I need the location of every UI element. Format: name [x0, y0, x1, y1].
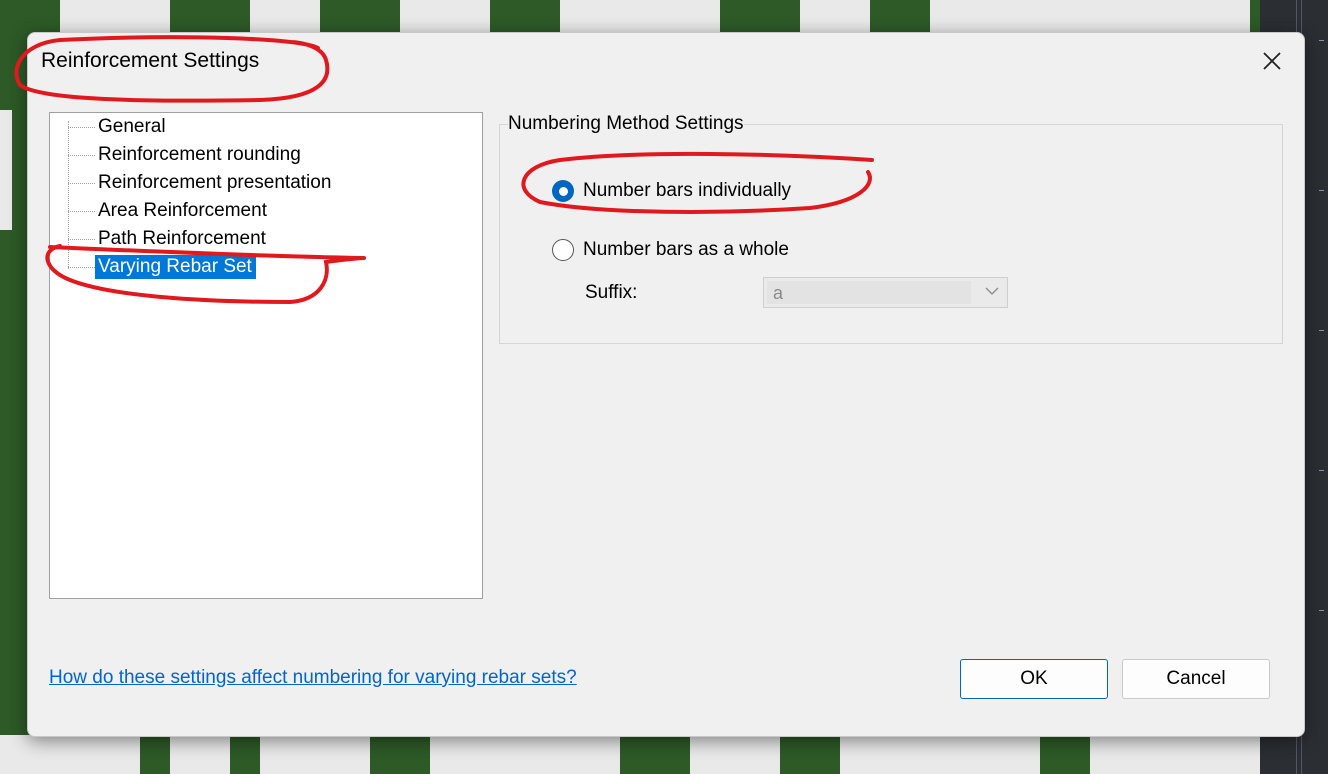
suffix-label: Suffix: [585, 282, 638, 303]
cancel-button[interactable]: Cancel [1122, 659, 1270, 699]
close-icon [1263, 52, 1281, 70]
radio-number-individually[interactable]: Number bars individually [552, 180, 791, 202]
suffix-dropdown[interactable]: a [763, 277, 1008, 308]
ok-button[interactable]: OK [960, 659, 1108, 699]
radio-button-checked[interactable] [552, 180, 574, 202]
tree-item-reinforcement-presentation[interactable]: Reinforcement presentation [68, 171, 335, 195]
help-link[interactable]: How do these settings affect numbering f… [49, 667, 577, 689]
tree-item-reinforcement-rounding[interactable]: Reinforcement rounding [68, 143, 305, 167]
tree-item-label: Area Reinforcement [98, 200, 267, 221]
reinforcement-settings-dialog: Reinforcement Settings General Reinforce… [27, 32, 1305, 737]
radio-label: Number bars as a whole [583, 239, 789, 260]
tree-item-label: Reinforcement presentation [98, 172, 332, 193]
chevron-down-icon [985, 287, 999, 295]
tree-item-label: Reinforcement rounding [98, 144, 301, 165]
tree-item-varying-rebar-set[interactable]: Varying Rebar Set [68, 255, 256, 279]
tree-item-label: General [98, 116, 166, 137]
numbering-method-group [499, 124, 1283, 344]
tree-item-label: Varying Rebar Set [95, 255, 256, 279]
tree-item-area-reinforcement[interactable]: Area Reinforcement [68, 199, 271, 223]
radio-label: Number bars individually [583, 180, 792, 201]
dialog-title: Reinforcement Settings [41, 49, 260, 72]
radio-number-as-whole[interactable]: Number bars as a whole [552, 239, 789, 261]
tree-item-general[interactable]: General [68, 115, 170, 139]
tree-item-label: Path Reinforcement [98, 228, 266, 249]
close-button[interactable] [1256, 45, 1288, 77]
suffix-value: a [773, 283, 784, 303]
group-title: Numbering Method Settings [508, 113, 744, 135]
radio-button-unchecked[interactable] [552, 239, 574, 261]
settings-tree[interactable]: General Reinforcement rounding Reinforce… [49, 112, 483, 599]
tree-item-path-reinforcement[interactable]: Path Reinforcement [68, 227, 270, 251]
